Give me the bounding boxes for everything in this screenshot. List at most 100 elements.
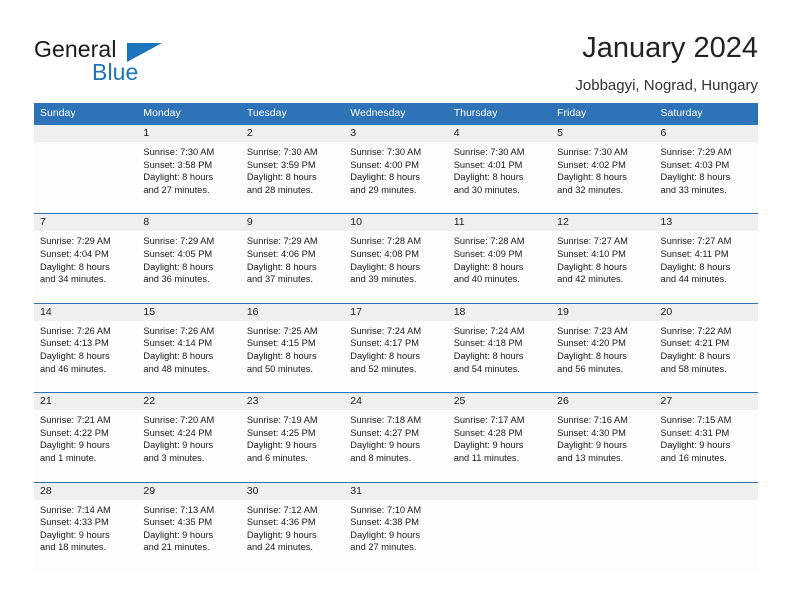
day-number: 7	[34, 214, 138, 232]
daylight-text-line1: Daylight: 8 hours	[557, 350, 627, 361]
day-number: 24	[344, 393, 448, 411]
day-cell[interactable]: 18 Sunrise: 7:24 AM Sunset: 4:18 PM Dayl…	[447, 303, 552, 393]
day-cell[interactable]: 26 Sunrise: 7:16 AM Sunset: 4:30 PM Dayl…	[551, 393, 655, 482]
daylight-text-line1: Daylight: 8 hours	[453, 261, 524, 272]
sunrise-text: Sunrise: 7:18 AM	[350, 415, 422, 426]
day-cell[interactable]: 5 Sunrise: 7:30 AM Sunset: 4:02 PM Dayli…	[551, 125, 655, 214]
weekday-header-sunday: Sunday	[40, 107, 76, 119]
daylight-text-line1: Daylight: 8 hours	[453, 350, 524, 361]
day-cell[interactable]: 2 Sunrise: 7:30 AM Sunset: 3:59 PM Dayli…	[240, 125, 345, 214]
sunset-text: Sunset: 4:11 PM	[660, 248, 729, 259]
daylight-text-line2: and 30 minutes.	[453, 184, 520, 195]
day-cell[interactable]: 30 Sunrise: 7:12 AM Sunset: 4:36 PM Dayl…	[240, 482, 345, 571]
daylight-text-line1: Daylight: 9 hours	[557, 440, 627, 451]
sunrise-text: Sunrise: 7:30 AM	[143, 147, 215, 157]
day-details: Sunrise: 7:22 AM Sunset: 4:21 PM Dayligh…	[655, 321, 758, 375]
day-cell[interactable]: 4 Sunrise: 7:30 AM Sunset: 4:01 PM Dayli…	[447, 125, 552, 214]
day-cell[interactable]: 13 Sunrise: 7:27 AM Sunset: 4:11 PM Dayl…	[654, 214, 758, 303]
daylight-text-line1: Daylight: 8 hours	[350, 261, 421, 272]
daylight-text-line1: Daylight: 9 hours	[143, 440, 214, 451]
brand-logo[interactable]: General Blue	[34, 36, 234, 86]
day-details: Sunrise: 7:26 AM Sunset: 4:14 PM Dayligh…	[137, 321, 240, 375]
day-details: Sunrise: 7:21 AM Sunset: 4:22 PM Dayligh…	[34, 410, 137, 464]
day-cell[interactable]: 20 Sunrise: 7:22 AM Sunset: 4:21 PM Dayl…	[654, 303, 758, 393]
sunset-text: Sunset: 4:08 PM	[350, 248, 419, 259]
calendar-week-row: 7 Sunrise: 7:29 AM Sunset: 4:04 PM Dayli…	[34, 213, 758, 303]
sunset-text: Sunset: 4:09 PM	[453, 248, 523, 259]
sunset-text: Sunset: 4:04 PM	[40, 248, 109, 259]
day-number: 18	[447, 303, 552, 321]
day-number: 1	[137, 125, 241, 142]
day-cell[interactable]: 31 Sunrise: 7:10 AM Sunset: 4:38 PM Dayl…	[344, 482, 448, 571]
day-cell[interactable]: 29 Sunrise: 7:13 AM Sunset: 4:35 PM Dayl…	[137, 482, 241, 571]
day-cell[interactable]: 24 Sunrise: 7:18 AM Sunset: 4:27 PM Dayl…	[344, 393, 448, 482]
calendar-week-row: 21 Sunrise: 7:21 AM Sunset: 4:22 PM Dayl…	[34, 392, 758, 482]
daylight-text-line2: and 1 minute.	[40, 452, 97, 463]
day-cell[interactable]: 12 Sunrise: 7:27 AM Sunset: 4:10 PM Dayl…	[551, 214, 655, 303]
day-details: Sunrise: 7:10 AM Sunset: 4:38 PM Dayligh…	[344, 500, 447, 554]
day-cell[interactable]: 6 Sunrise: 7:29 AM Sunset: 4:03 PM Dayli…	[654, 125, 758, 214]
day-cell[interactable]: 8 Sunrise: 7:29 AM Sunset: 4:05 PM Dayli…	[137, 214, 241, 303]
day-details: Sunrise: 7:13 AM Sunset: 4:35 PM Dayligh…	[137, 500, 240, 554]
day-cell[interactable]: 7 Sunrise: 7:29 AM Sunset: 4:04 PM Dayli…	[34, 214, 138, 303]
daylight-text-line1: Daylight: 8 hours	[453, 172, 524, 183]
day-cell[interactable]: 10 Sunrise: 7:28 AM Sunset: 4:08 PM Dayl…	[344, 214, 448, 303]
day-details: Sunrise: 7:30 AM Sunset: 4:02 PM Dayligh…	[551, 142, 654, 196]
weekday-header-saturday: Saturday	[660, 107, 703, 119]
day-cell[interactable]: 19 Sunrise: 7:23 AM Sunset: 4:20 PM Dayl…	[551, 303, 655, 393]
day-cell[interactable]: 16 Sunrise: 7:25 AM Sunset: 4:15 PM Dayl…	[240, 303, 345, 393]
day-cell[interactable]: 1 Sunrise: 7:30 AM Sunset: 3:58 PM Dayli…	[137, 125, 241, 214]
daylight-text-line2: and 58 minutes.	[660, 363, 727, 374]
sunrise-text: Sunrise: 7:26 AM	[143, 325, 215, 336]
day-details	[551, 500, 654, 504]
day-cell[interactable]	[551, 482, 655, 571]
weekday-header-row: Sunday Monday Tuesday Wednesday Thursday…	[34, 103, 758, 124]
day-number: 23	[240, 393, 345, 411]
calendar-week-row: 14 Sunrise: 7:26 AM Sunset: 4:13 PM Dayl…	[34, 302, 758, 393]
day-cell[interactable]: 15 Sunrise: 7:26 AM Sunset: 4:14 PM Dayl…	[137, 303, 241, 393]
weekday-header-monday: Monday	[143, 107, 181, 119]
day-number: 22	[137, 393, 241, 411]
daylight-text-line1: Daylight: 9 hours	[660, 440, 731, 451]
daylight-text-line2: and 27 minutes.	[350, 542, 417, 553]
calendar-week-row: 28 Sunrise: 7:14 AM Sunset: 4:33 PM Dayl…	[34, 481, 758, 571]
day-cell[interactable]	[654, 482, 758, 571]
day-cell[interactable]: 9 Sunrise: 7:29 AM Sunset: 4:06 PM Dayli…	[240, 214, 345, 303]
day-cell[interactable]	[447, 482, 552, 571]
daylight-text-line2: and 3 minutes.	[143, 452, 205, 463]
day-cell[interactable]: 27 Sunrise: 7:15 AM Sunset: 4:31 PM Dayl…	[654, 393, 758, 482]
daylight-text-line2: and 34 minutes.	[40, 274, 107, 285]
sunset-text: Sunset: 4:06 PM	[246, 248, 316, 259]
day-cell[interactable]: 25 Sunrise: 7:17 AM Sunset: 4:28 PM Dayl…	[447, 393, 552, 482]
daylight-text-line1: Daylight: 8 hours	[246, 350, 317, 361]
day-cell[interactable]: 23 Sunrise: 7:19 AM Sunset: 4:25 PM Dayl…	[240, 393, 345, 482]
sunrise-text: Sunrise: 7:20 AM	[143, 415, 215, 426]
daylight-text-line1: Daylight: 8 hours	[660, 350, 731, 361]
day-number: 10	[344, 214, 448, 232]
day-cell[interactable]: 21 Sunrise: 7:21 AM Sunset: 4:22 PM Dayl…	[34, 393, 138, 482]
day-details: Sunrise: 7:12 AM Sunset: 4:36 PM Dayligh…	[241, 500, 344, 554]
sunrise-text: Sunrise: 7:25 AM	[246, 325, 318, 336]
sunrise-text: Sunrise: 7:27 AM	[660, 236, 732, 247]
daylight-text-line2: and 44 minutes.	[660, 274, 727, 285]
day-cell[interactable]: 17 Sunrise: 7:24 AM Sunset: 4:17 PM Dayl…	[344, 303, 448, 393]
day-cell[interactable]	[34, 125, 138, 214]
day-number: 14	[34, 303, 138, 321]
sunrise-text: Sunrise: 7:14 AM	[40, 504, 111, 515]
sunrise-text: Sunrise: 7:30 AM	[246, 147, 318, 157]
day-cell[interactable]: 11 Sunrise: 7:28 AM Sunset: 4:09 PM Dayl…	[447, 214, 552, 303]
day-details: Sunrise: 7:30 AM Sunset: 3:59 PM Dayligh…	[241, 142, 344, 196]
daylight-text-line2: and 18 minutes.	[40, 542, 107, 553]
day-cell[interactable]: 22 Sunrise: 7:20 AM Sunset: 4:24 PM Dayl…	[137, 393, 241, 482]
day-cell[interactable]: 3 Sunrise: 7:30 AM Sunset: 4:00 PM Dayli…	[344, 125, 448, 214]
day-number: 11	[447, 214, 552, 232]
day-cell[interactable]: 28 Sunrise: 7:14 AM Sunset: 4:33 PM Dayl…	[34, 482, 138, 571]
daylight-text-line1: Daylight: 8 hours	[143, 172, 214, 183]
day-cell[interactable]: 14 Sunrise: 7:26 AM Sunset: 4:13 PM Dayl…	[34, 303, 138, 393]
day-number: 26	[551, 393, 655, 411]
day-details: Sunrise: 7:28 AM Sunset: 4:09 PM Dayligh…	[448, 231, 551, 285]
day-number	[551, 482, 655, 500]
weekday-header-wednesday: Wednesday	[350, 107, 406, 119]
page-header: General Blue January 2024 Jobbagyi, Nogr…	[0, 0, 792, 103]
weekday-header-tuesday: Tuesday	[246, 107, 287, 119]
